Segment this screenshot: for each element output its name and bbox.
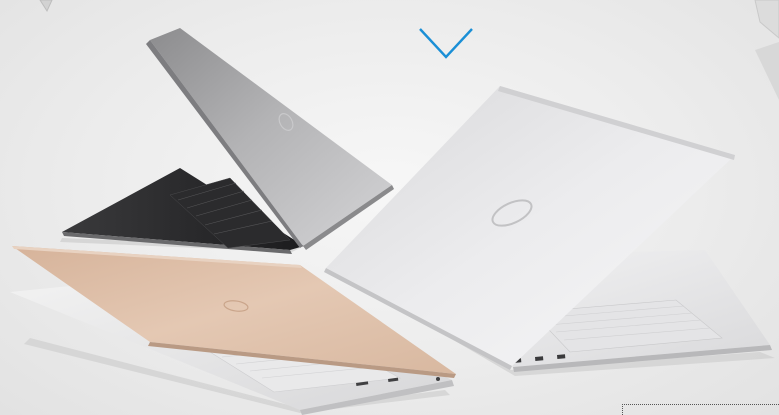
chevron-down-icon[interactable] xyxy=(418,26,474,60)
corner-fragment-right-top xyxy=(754,0,779,39)
laptops-hero-image xyxy=(10,0,779,415)
laptop-dark-silver xyxy=(60,28,394,254)
focus-outline[interactable] xyxy=(622,404,779,415)
corner-fragment-left xyxy=(39,0,53,13)
corner-fragment-right xyxy=(755,42,779,100)
hero-banner xyxy=(0,0,779,415)
